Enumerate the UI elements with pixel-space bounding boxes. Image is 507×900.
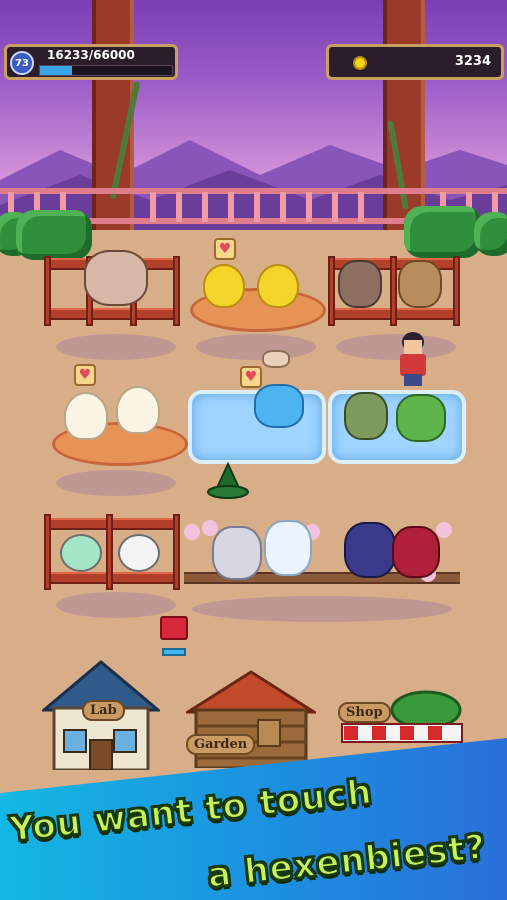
hexenbiest-creature[interactable] <box>392 526 440 578</box>
pen-sakura[interactable] <box>184 520 460 600</box>
chest-pedestal <box>162 648 186 656</box>
silver-spirit-creature[interactable] <box>212 526 262 580</box>
fence-post <box>328 256 335 326</box>
dark-knight-creature[interactable] <box>344 522 396 578</box>
pen-bears[interactable] <box>328 256 460 336</box>
white-slime-creature[interactable] <box>118 534 160 572</box>
tan-beast-creature[interactable] <box>398 260 442 308</box>
blossom <box>436 522 452 538</box>
witch-hat-icon[interactable] <box>206 462 250 502</box>
fence-post <box>453 256 460 326</box>
lab-label: Lab <box>82 700 125 721</box>
white-hen-creature[interactable] <box>116 386 160 434</box>
xp-fill <box>40 66 73 75</box>
coin-counter-bar[interactable]: 3234 <box>326 44 504 80</box>
shop-label: Shop <box>338 702 391 723</box>
pen-ox[interactable] <box>44 250 180 336</box>
coin-count: 3234 <box>454 54 491 69</box>
heart-icon[interactable]: ♥ <box>240 366 262 388</box>
fence-post <box>44 514 51 590</box>
white-hen-creature[interactable] <box>64 392 108 440</box>
pen-shadow <box>196 334 316 360</box>
coin-icon <box>353 56 367 70</box>
fence-post <box>173 514 180 590</box>
experience-bar[interactable]: 73 16233/66000 <box>4 44 178 80</box>
pen-slimes[interactable] <box>44 514 180 594</box>
promo-banner: You want to touch a hexenbiest? <box>0 738 507 900</box>
fence-post <box>44 256 51 326</box>
fence-post <box>173 256 180 326</box>
bush <box>474 212 507 256</box>
mushroom-creature[interactable] <box>344 392 388 440</box>
pen-shadow <box>56 592 176 618</box>
frog-creature[interactable] <box>396 394 446 442</box>
pen-shadow <box>56 470 176 496</box>
xp-track <box>39 65 173 76</box>
blossom <box>184 524 200 540</box>
brown-beast-creature[interactable] <box>338 260 382 308</box>
water-dragon-creature[interactable] <box>254 384 304 428</box>
small-critter[interactable] <box>262 350 290 368</box>
xp-counter: 16233/66000 <box>47 48 135 62</box>
heart-icon[interactable]: ♥ <box>214 238 236 260</box>
treasure-chest-icon[interactable] <box>160 616 188 640</box>
bush <box>16 210 92 260</box>
player-character[interactable] <box>396 332 430 388</box>
level-badge-icon: 73 <box>10 51 34 75</box>
pen-shadow <box>56 334 176 360</box>
bush <box>404 206 482 258</box>
fence-post <box>390 256 397 326</box>
heart-icon[interactable]: ♥ <box>74 364 96 386</box>
green-slime-creature[interactable] <box>60 534 102 572</box>
fence-rail <box>44 308 180 320</box>
fence-post <box>106 514 113 590</box>
yellow-chick-creature[interactable] <box>203 264 245 308</box>
ghost-creature[interactable] <box>264 520 312 576</box>
ox-creature[interactable] <box>84 250 148 306</box>
yellow-chick-creature[interactable] <box>257 264 299 308</box>
